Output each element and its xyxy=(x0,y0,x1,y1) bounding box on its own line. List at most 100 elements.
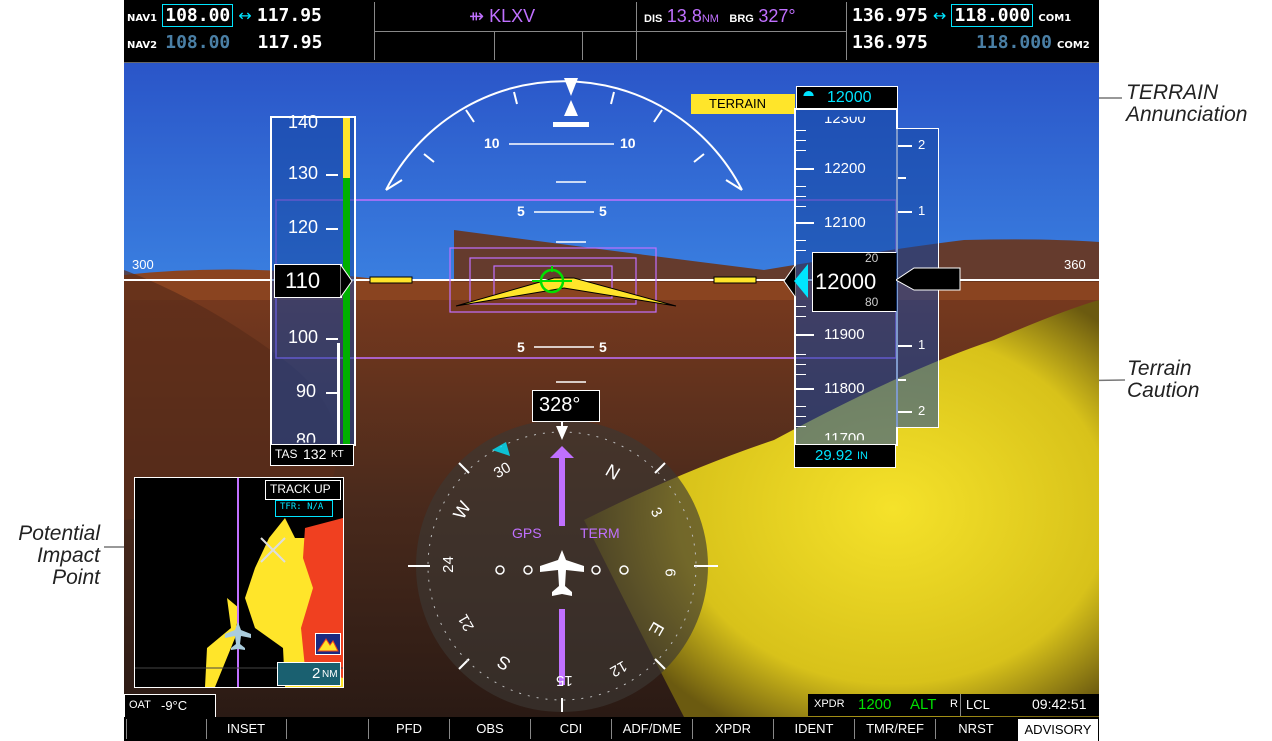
hsi-gps-label: GPS xyxy=(512,525,542,541)
xpdr-code[interactable]: 1200 xyxy=(858,696,891,713)
dis-label: DIS xyxy=(644,13,663,25)
brg-label: BRG xyxy=(729,13,754,25)
nav1-active-freq[interactable]: 108.00 xyxy=(162,4,234,27)
time-label: LCL xyxy=(966,697,990,712)
alt-roll-top: 20 xyxy=(865,251,879,265)
com2-active-freq[interactable]: 118.000 xyxy=(976,32,1052,53)
softkey-3[interactable] xyxy=(286,719,365,739)
tas-label: TAS xyxy=(275,447,298,461)
softkey-1[interactable] xyxy=(126,719,205,739)
dis-unit: NM xyxy=(701,13,719,25)
inset-orientation: TRACK UP xyxy=(270,482,331,496)
softkey-obs[interactable]: OBS xyxy=(449,719,530,739)
altitude-bug-box: ⯊ 12000 xyxy=(796,86,898,110)
dis-value: 13.8 xyxy=(666,6,702,26)
swap-arrow-icon: ↔ xyxy=(932,6,947,25)
tas-value: 132 xyxy=(303,446,327,462)
altitude-tick-label: 11800 xyxy=(824,380,865,397)
altitude-readout: 20 12000 80 xyxy=(812,251,898,312)
airspeed-pointer xyxy=(340,264,353,298)
hsi-heading-value: 328° xyxy=(539,394,581,416)
dis-brg: DIS 13.8NM BRG 327° xyxy=(644,6,796,27)
softkey-tmr-ref[interactable]: TMR/REF xyxy=(854,719,935,739)
oat-label: OAT xyxy=(129,699,151,711)
active-waypoint: ⇻ KLXV xyxy=(469,6,535,27)
vsi-tick-label: 1 xyxy=(918,337,926,352)
inset-orientation-box: TRACK UP xyxy=(265,480,341,500)
alt-bug-icon: ⯊ xyxy=(803,89,815,105)
terrain-mountain-icon xyxy=(315,633,341,655)
tas-box: TAS 132 KT xyxy=(270,444,354,466)
softkey-inset[interactable]: INSET xyxy=(206,719,285,739)
nav1-row: NAV1 108.00 ↔ 117.95 xyxy=(127,4,322,27)
inset-range-box[interactable]: 2 NM xyxy=(277,662,341,686)
softkey-nrst[interactable]: NRST xyxy=(935,719,1016,739)
com1-label: COM1 xyxy=(1038,13,1072,24)
inset-range-unit: NM xyxy=(322,669,338,680)
airspeed-readout: 110 xyxy=(274,264,342,298)
altitude-tick-label: 11900 xyxy=(824,326,865,343)
airspeed-tick-label: 100 xyxy=(288,327,319,347)
com2-standby-freq[interactable]: 136.975 xyxy=(852,32,928,53)
inset-tfr: TFR: N/A xyxy=(280,502,324,512)
nav1-standby-freq[interactable]: 117.95 xyxy=(257,5,322,26)
com1-row: 136.975 ↔ 118.000 COM1 xyxy=(852,4,1072,27)
oat-value: -9°C xyxy=(161,698,188,713)
nav2-label: NAV2 xyxy=(127,40,158,51)
time-value: 09:42:51 xyxy=(1032,696,1087,712)
softkey-xpdr[interactable]: XPDR xyxy=(692,719,773,739)
nav1-label: NAV1 xyxy=(127,13,158,24)
com1-standby-freq[interactable]: 136.975 xyxy=(852,5,928,26)
alt-bug-value[interactable]: 12000 xyxy=(827,89,872,107)
softkey-bar: INSET PFD OBS CDI ADF/DME XPDR IDENT TMR… xyxy=(124,717,1099,741)
altitude-tick-label: 12200 xyxy=(824,160,866,177)
vsi-tick-label: 1 xyxy=(918,203,926,218)
pitch-10-right: 10 xyxy=(620,135,636,151)
pfd-screen: NAV1 108.00 ↔ 117.95 NAV2 108.00 117.95 … xyxy=(124,0,1099,741)
com1-active-freq[interactable]: 118.000 xyxy=(951,4,1034,27)
com2-row: 136.975 118.000 COM2 xyxy=(852,32,1090,53)
airspeed-tick-label: 90 xyxy=(296,381,317,401)
altitude-pointer xyxy=(783,264,796,298)
direct-to-icon: ⇻ xyxy=(469,6,485,26)
inset-tfr-box: TFR: N/A xyxy=(275,500,333,517)
pitch-5-down-left: 5 xyxy=(517,339,525,355)
baro-setting[interactable]: 29.92 IN xyxy=(794,444,896,468)
softkey-cdi[interactable]: CDI xyxy=(530,719,611,739)
swap-arrow-icon: ↔ xyxy=(238,6,252,25)
vsi-tick-label: 2 xyxy=(918,137,926,152)
nav2-standby-freq[interactable]: 117.95 xyxy=(257,32,322,53)
compass-label-15: 15 xyxy=(556,672,573,689)
hsi-term-label: TERM xyxy=(580,525,620,541)
oat-box: OAT -9°C xyxy=(124,694,216,718)
compass-label-24: 24 xyxy=(439,556,457,573)
compass-label-6: 6 xyxy=(661,568,679,577)
vsi-pointer xyxy=(896,267,961,291)
xpdr-mode: ALT xyxy=(910,696,937,713)
inset-range: 2 xyxy=(312,665,321,682)
softkey-advisory[interactable]: ADVISORY xyxy=(1018,719,1098,741)
pitch-5-down-right: 5 xyxy=(599,339,607,355)
alt-roll-bottom: 80 xyxy=(865,295,879,309)
airspeed-tick-label: 140 xyxy=(288,112,319,132)
nav2-active-freq[interactable]: 108.00 xyxy=(162,32,233,53)
pitch-5-up-left: 5 xyxy=(517,203,525,219)
terrain-annunciation: TERRAIN xyxy=(691,94,795,114)
softkey-adf-dme[interactable]: ADF/DME xyxy=(611,719,692,739)
top-bar: NAV1 108.00 ↔ 117.95 NAV2 108.00 117.95 … xyxy=(124,0,1099,63)
pitch-10-left: 10 xyxy=(484,135,500,151)
baro-unit: IN xyxy=(857,450,868,462)
softkey-pfd[interactable]: PFD xyxy=(368,719,449,739)
softkey-ident[interactable]: IDENT xyxy=(773,719,854,739)
tas-unit: KT xyxy=(331,449,344,460)
inset-map[interactable]: TRACK UP TFR: N/A 2 NM xyxy=(134,477,344,688)
airspeed-tick-label: 130 xyxy=(288,163,319,183)
transponder-status: XPDR 1200 ALT R LCL 09:42:51 xyxy=(808,694,1099,716)
hsi-heading-box: 328° xyxy=(532,390,600,422)
altitude-value: 12000 xyxy=(815,269,877,294)
altitude-tick-label: 12300 xyxy=(824,110,866,127)
pitch-5-up-right: 5 xyxy=(599,203,607,219)
airspeed-tick-label: 120 xyxy=(288,217,319,237)
com2-label: COM2 xyxy=(1057,40,1090,51)
waypoint-id: KLXV xyxy=(489,6,536,26)
